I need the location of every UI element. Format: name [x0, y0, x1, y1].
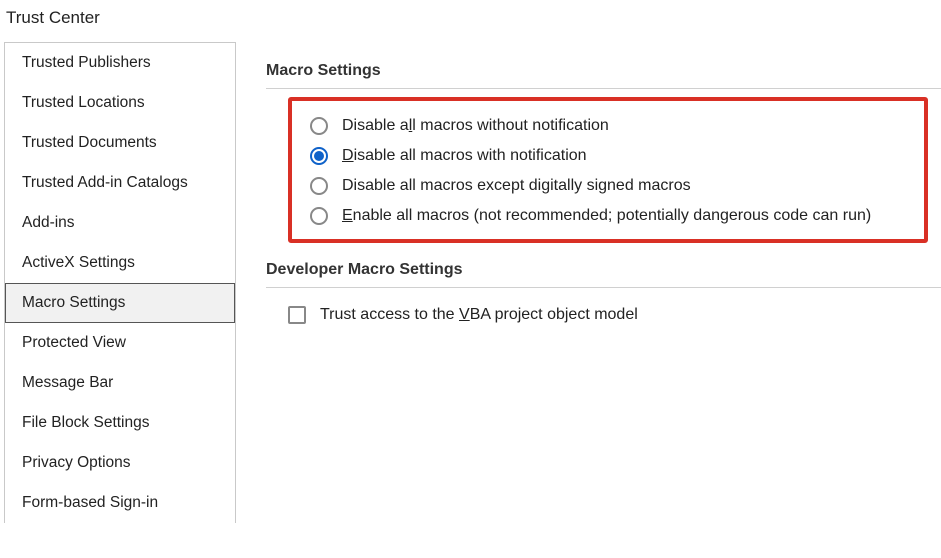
radio-label: Enable all macros (not recommended; pote…	[342, 207, 871, 225]
sidebar-item-trusted-add-in-catalogs[interactable]: Trusted Add-in Catalogs	[5, 163, 235, 203]
sidebar-item-privacy-options[interactable]: Privacy Options	[5, 443, 235, 483]
radio-label: Disable all macros without notification	[342, 117, 609, 135]
sidebar-item-add-ins[interactable]: Add-ins	[5, 203, 235, 243]
macro-radio-2[interactable]: Disable all macros except digitally sign…	[310, 171, 910, 201]
checkbox-icon	[288, 306, 306, 324]
macro-radio-3[interactable]: Enable all macros (not recommended; pote…	[310, 201, 910, 231]
radio-label: Disable all macros except digitally sign…	[342, 177, 691, 195]
sidebar: Trusted PublishersTrusted LocationsTrust…	[4, 42, 236, 523]
macro-settings-heading: Macro Settings	[266, 62, 941, 80]
sidebar-item-trusted-locations[interactable]: Trusted Locations	[5, 83, 235, 123]
radio-icon	[310, 117, 328, 135]
sidebar-item-activex-settings[interactable]: ActiveX Settings	[5, 243, 235, 283]
sidebar-item-protected-view[interactable]: Protected View	[5, 323, 235, 363]
sidebar-item-form-based-sign-in[interactable]: Form-based Sign-in	[5, 483, 235, 523]
sidebar-item-trusted-documents[interactable]: Trusted Documents	[5, 123, 235, 163]
sidebar-item-macro-settings[interactable]: Macro Settings	[5, 283, 235, 323]
trust-vba-checkbox[interactable]: Trust access to the VBA project object m…	[266, 296, 941, 324]
sidebar-item-trusted-publishers[interactable]: Trusted Publishers	[5, 43, 235, 83]
radio-icon	[310, 207, 328, 225]
checkbox-label: Trust access to the VBA project object m…	[320, 306, 638, 324]
radio-label: Disable all macros with notification	[342, 147, 587, 165]
divider	[266, 287, 941, 288]
main-content: Macro Settings Disable all macros withou…	[266, 42, 941, 523]
radio-icon	[310, 177, 328, 195]
radio-icon	[310, 147, 328, 165]
developer-macro-settings-heading: Developer Macro Settings	[266, 261, 941, 279]
macro-radio-0[interactable]: Disable all macros without notification	[310, 111, 910, 141]
sidebar-item-message-bar[interactable]: Message Bar	[5, 363, 235, 403]
sidebar-item-file-block-settings[interactable]: File Block Settings	[5, 403, 235, 443]
divider	[266, 88, 941, 89]
macro-radio-group-highlight: Disable all macros without notification D…	[288, 97, 928, 243]
page-title: Trust Center	[0, 0, 941, 42]
macro-radio-1[interactable]: Disable all macros with notification	[310, 141, 910, 171]
